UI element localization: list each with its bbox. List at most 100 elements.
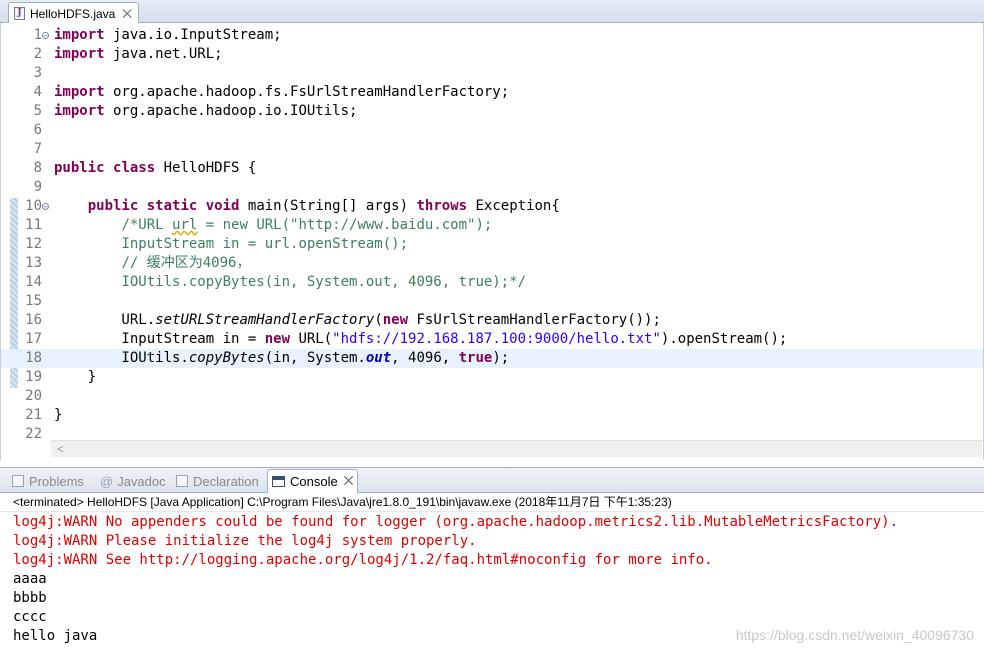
code-text: import java.io.InputStream; xyxy=(54,26,282,45)
code-line[interactable]: 11 /*URL url = new URL("http://www.baidu… xyxy=(1,216,983,235)
watermark: https://blog.csdn.net/weixin_40096730 xyxy=(735,627,974,643)
problems-icon xyxy=(12,475,24,487)
tab-console[interactable]: Console ⨉ xyxy=(267,469,359,493)
console-status-header: <terminated> HelloHDFS [Java Application… xyxy=(0,493,984,512)
code-token: , 4096, xyxy=(391,350,459,366)
code-token: "hdfs://192.168.187.100:9000/hello.txt" xyxy=(332,331,661,347)
tab-javadoc[interactable]: @ Javadoc xyxy=(96,469,170,493)
code-line[interactable]: 2 import java.net.URL; xyxy=(1,45,983,64)
console-error-line: log4j:WARN No appenders could be found f… xyxy=(13,514,899,530)
code-line[interactable]: 7 xyxy=(1,140,983,159)
line-number: 5 xyxy=(33,103,42,119)
code-token: URL. xyxy=(54,312,156,328)
code-line[interactable]: 9 xyxy=(1,178,983,197)
code-token: // 缓冲区为4096， xyxy=(121,255,251,271)
line-number: 12 xyxy=(25,236,42,252)
code-line[interactable]: 1− import java.io.InputStream; xyxy=(1,26,983,45)
line-number: 3 xyxy=(33,65,42,81)
code-line[interactable]: 21} xyxy=(1,406,983,425)
horizontal-scrollbar[interactable]: < xyxy=(51,440,982,457)
line-number: 8 xyxy=(33,160,42,176)
line-number: 13 xyxy=(25,255,42,271)
code-text: public static void main(String[] args) t… xyxy=(54,197,560,216)
tab-problems[interactable]: Problems xyxy=(8,469,88,493)
code-token: ).openStream(); xyxy=(660,331,788,347)
code-text: } xyxy=(54,368,96,387)
code-line[interactable]: 10− public static void main(String[] arg… xyxy=(1,197,983,216)
line-number: 17 xyxy=(25,331,42,347)
code-token: import xyxy=(54,27,105,43)
code-token: throws xyxy=(416,198,468,214)
code-lines: 1− import java.io.InputStream; 2 import jav… xyxy=(1,26,983,444)
line-number: 4 xyxy=(33,84,42,100)
line-number: 11 xyxy=(25,217,42,233)
code-line[interactable]: 19 } xyxy=(1,368,983,387)
line-number: 2 xyxy=(33,46,42,62)
code-line[interactable]: 8 public class HelloHDFS { xyxy=(1,159,983,178)
code-token: java.net.URL; xyxy=(104,46,223,62)
code-token: copyBytes xyxy=(188,350,265,366)
code-token: ( xyxy=(374,312,383,328)
code-token: (in, System. xyxy=(264,350,366,366)
code-token: url xyxy=(172,217,198,233)
code-text: InputStream in = new URL("hdfs://192.168… xyxy=(54,330,787,349)
code-line[interactable]: 17 InputStream in = new URL("hdfs://192.… xyxy=(1,330,983,349)
line-number: 22 xyxy=(25,426,42,442)
code-line[interactable]: 5 import org.apache.hadoop.io.IOUtils; xyxy=(1,102,983,121)
close-icon[interactable]: ⨉ xyxy=(122,8,132,20)
code-token: /*URL xyxy=(121,217,173,233)
editor-tab-label: HelloHDFS.java xyxy=(30,6,116,21)
line-number: 21 xyxy=(25,407,42,423)
code-text: import java.net.URL; xyxy=(54,45,223,64)
code-token: HelloHDFS { xyxy=(155,160,257,176)
scroll-left-icon[interactable]: < xyxy=(57,441,64,457)
code-line[interactable]: 14 IOUtils.copyBytes(in, System.out, 409… xyxy=(1,273,983,292)
code-editor[interactable]: 1− import java.io.InputStream; 2 import jav… xyxy=(0,23,984,460)
code-token: InputStream in = xyxy=(54,331,265,347)
code-token: public xyxy=(87,198,139,214)
fold-collapse-icon[interactable]: − xyxy=(42,32,49,40)
code-line[interactable]: 3 xyxy=(1,64,983,83)
console-output-line: cccc xyxy=(13,609,47,625)
code-line[interactable]: 12 InputStream in = url.openStream(); xyxy=(1,235,983,254)
editor-tab-hellohdfs[interactable]: J HelloHDFS.java ⨉ xyxy=(8,2,139,24)
close-icon[interactable]: ⨉ xyxy=(344,474,354,489)
code-token: import xyxy=(54,103,105,119)
console-error-line: log4j:WARN See http://logging.apache.org… xyxy=(13,552,713,568)
fold-collapse-icon[interactable]: − xyxy=(42,203,49,211)
code-line[interactable]: 6 xyxy=(1,121,983,140)
tab-declaration[interactable]: Declaration xyxy=(172,469,263,493)
code-token: Exception{ xyxy=(467,198,560,214)
line-number: 16 xyxy=(25,312,42,328)
code-text: public class HelloHDFS { xyxy=(54,159,256,178)
line-number: 6 xyxy=(33,122,42,138)
code-token: new xyxy=(382,312,409,328)
code-token: out xyxy=(365,350,392,366)
console-output-line: bbbb xyxy=(13,590,47,606)
line-number: 19 xyxy=(25,369,42,385)
code-line[interactable]: 18 IOUtils.copyBytes(in, System.out, 409… xyxy=(1,349,983,368)
at-sign-icon: @ xyxy=(100,473,114,489)
code-text: /*URL url = new URL("http://www.baidu.co… xyxy=(54,216,492,235)
code-line[interactable]: 4 import org.apache.hadoop.fs.FsUrlStream… xyxy=(1,83,983,102)
code-token: import xyxy=(54,84,105,100)
code-line[interactable]: 13 // 缓冲区为4096， xyxy=(1,254,983,273)
code-line[interactable]: 20 xyxy=(1,387,983,406)
code-token: } xyxy=(54,369,97,385)
line-number: 1 xyxy=(33,27,42,43)
line-number: 10 xyxy=(25,198,42,214)
code-token: IOUtils. xyxy=(54,350,189,366)
line-number: 9 xyxy=(33,179,42,195)
code-token: public xyxy=(54,160,105,176)
code-line[interactable]: 15 xyxy=(1,292,983,311)
code-token: new xyxy=(264,331,291,347)
code-text: } xyxy=(54,406,62,425)
line-number: 7 xyxy=(33,141,42,157)
line-number: 20 xyxy=(25,388,42,404)
code-line[interactable]: 16 URL.setURLStreamHandlerFactory(new Fs… xyxy=(1,311,983,330)
